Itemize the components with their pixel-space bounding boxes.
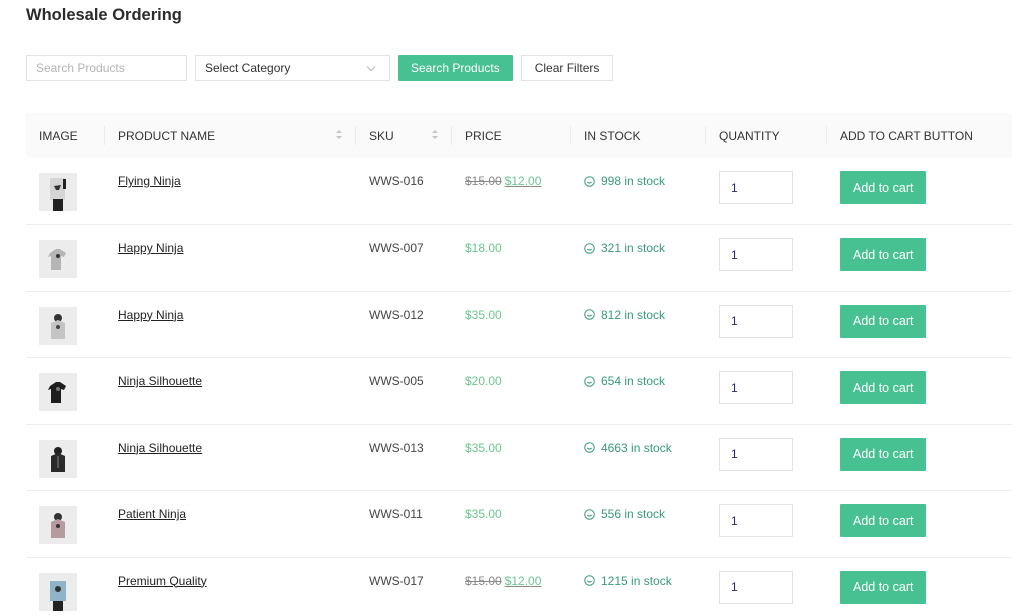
- add-to-cart-button[interactable]: Add to cart: [840, 238, 927, 271]
- add-to-cart-button[interactable]: Add to cart: [840, 570, 927, 604]
- table-row: Happy Ninja WWS-012 $35.00 812 in stock …: [26, 291, 1012, 358]
- header-image: IMAGE: [26, 113, 105, 158]
- product-image[interactable]: [39, 306, 77, 345]
- stock-count: 654 in stock: [601, 374, 666, 388]
- product-price: $35.00: [465, 441, 502, 455]
- products-table: IMAGE PRODUCT NAME SKU PRICE IN STOCK QU…: [26, 113, 1012, 616]
- table-row: Premium Quality WWS-017 $15.00 $12.00 121…: [26, 557, 1012, 616]
- table-row: Flying Ninja WWS-016 $15.00 $12.00 998 in…: [26, 158, 1012, 225]
- clear-filters-button[interactable]: Clear Filters: [520, 55, 614, 81]
- stock-status: 1215 in stock: [584, 574, 693, 588]
- quantity-input[interactable]: [719, 570, 793, 604]
- quantity-input[interactable]: [719, 304, 793, 338]
- filter-bar: Select Category Search Products Clear Fi…: [26, 55, 614, 81]
- chevron-down-icon: [366, 62, 376, 71]
- current-price: $35.00: [465, 440, 502, 455]
- stock-status: 321 in stock: [584, 241, 693, 255]
- smile-icon: [584, 242, 595, 254]
- product-price: $35.00: [465, 308, 502, 322]
- product-name-link[interactable]: Happy Ninja: [118, 308, 183, 322]
- add-to-cart-button[interactable]: Add to cart: [840, 371, 927, 404]
- sort-icon[interactable]: [336, 130, 342, 140]
- table-row: Ninja Silhouette WWS-013 $35.00 4663 in …: [26, 424, 1012, 491]
- product-price: $20.00: [465, 374, 502, 388]
- product-name-link[interactable]: Happy Ninja: [118, 241, 183, 255]
- product-sku: WWS-017: [369, 573, 424, 588]
- product-price: $35.00: [465, 507, 502, 521]
- header-quantity: QUANTITY: [706, 113, 827, 158]
- header-price: PRICE: [452, 113, 571, 158]
- stock-status: 4663 in stock: [584, 441, 693, 455]
- table-row: Patient Ninja WWS-011 $35.00 556 in stoc…: [26, 491, 1012, 557]
- add-to-cart-button[interactable]: Add to cart: [840, 171, 927, 204]
- smile-icon: [584, 442, 595, 453]
- product-sku: WWS-016: [369, 174, 424, 188]
- product-price: $15.00 $12.00: [465, 174, 541, 188]
- stock-status: 556 in stock: [584, 507, 693, 521]
- smile-icon: [584, 309, 595, 320]
- smile-icon: [584, 175, 595, 187]
- table-row: Ninja Silhouette WWS-005 $20.00 654 in s…: [26, 358, 1012, 424]
- current-price: $18.00: [465, 241, 502, 255]
- quantity-input[interactable]: [719, 371, 793, 404]
- search-input[interactable]: [26, 55, 187, 81]
- product-name-link[interactable]: Flying Ninja: [118, 174, 181, 188]
- stock-count: 556 in stock: [601, 507, 666, 521]
- current-price: $12.00: [504, 573, 542, 588]
- product-image[interactable]: [39, 240, 77, 278]
- stock-count: 812 in stock: [601, 307, 666, 322]
- header-sku[interactable]: SKU: [356, 113, 452, 158]
- product-image[interactable]: [39, 439, 77, 478]
- product-price: $18.00: [465, 241, 502, 255]
- stock-count: 998 in stock: [601, 174, 666, 188]
- product-image[interactable]: [39, 173, 77, 211]
- stock-status: 654 in stock: [584, 374, 693, 388]
- quantity-input[interactable]: [719, 437, 793, 471]
- add-to-cart-button[interactable]: Add to cart: [840, 437, 927, 471]
- product-name-link[interactable]: Premium Quality: [118, 574, 207, 588]
- stock-status: 812 in stock: [584, 308, 693, 322]
- smile-icon: [584, 575, 595, 586]
- page-title: Wholesale Ordering: [26, 6, 182, 24]
- category-select[interactable]: Select Category: [195, 55, 390, 81]
- product-sku: WWS-013: [369, 440, 424, 455]
- stock-status: 998 in stock: [584, 174, 693, 188]
- product-sku: WWS-011: [369, 507, 423, 521]
- regular-price: $15.00: [465, 573, 502, 588]
- add-to-cart-button[interactable]: Add to cart: [840, 504, 927, 537]
- product-name-link[interactable]: Ninja Silhouette: [118, 374, 202, 388]
- header-in-stock: IN STOCK: [571, 113, 706, 158]
- product-image[interactable]: [39, 572, 77, 611]
- category-select-value: Select Category: [205, 61, 291, 75]
- stock-count: 1215 in stock: [601, 573, 672, 588]
- product-image[interactable]: [39, 506, 77, 544]
- sort-icon[interactable]: [432, 130, 438, 140]
- header-add-to-cart: ADD TO CART BUTTON: [840, 128, 973, 143]
- product-image[interactable]: [39, 373, 77, 411]
- stock-count: 4663 in stock: [601, 440, 672, 455]
- current-price: $35.00: [465, 307, 502, 322]
- table-header-row: IMAGE PRODUCT NAME SKU PRICE IN STOCK QU…: [26, 113, 1012, 158]
- quantity-input[interactable]: [719, 238, 793, 271]
- product-sku: WWS-012: [369, 307, 424, 322]
- product-sku: WWS-005: [369, 374, 424, 388]
- smile-icon: [584, 375, 595, 387]
- current-price: $12.00: [504, 174, 542, 188]
- table-row: Happy Ninja WWS-007 $18.00 321 in stock …: [26, 225, 1012, 291]
- current-price: $35.00: [465, 507, 502, 521]
- product-sku: WWS-007: [369, 241, 424, 255]
- quantity-input[interactable]: [719, 504, 793, 537]
- stock-count: 321 in stock: [601, 241, 666, 255]
- product-price: $15.00 $12.00: [465, 574, 541, 588]
- product-name-link[interactable]: Patient Ninja: [118, 507, 186, 521]
- quantity-input[interactable]: [719, 171, 793, 204]
- regular-price: $15.00: [465, 174, 502, 188]
- product-name-link[interactable]: Ninja Silhouette: [118, 441, 202, 455]
- add-to-cart-button[interactable]: Add to cart: [840, 304, 927, 338]
- search-products-button[interactable]: Search Products: [398, 55, 513, 81]
- current-price: $20.00: [465, 374, 502, 388]
- smile-icon: [584, 508, 595, 520]
- header-product-name[interactable]: PRODUCT NAME: [105, 113, 356, 158]
